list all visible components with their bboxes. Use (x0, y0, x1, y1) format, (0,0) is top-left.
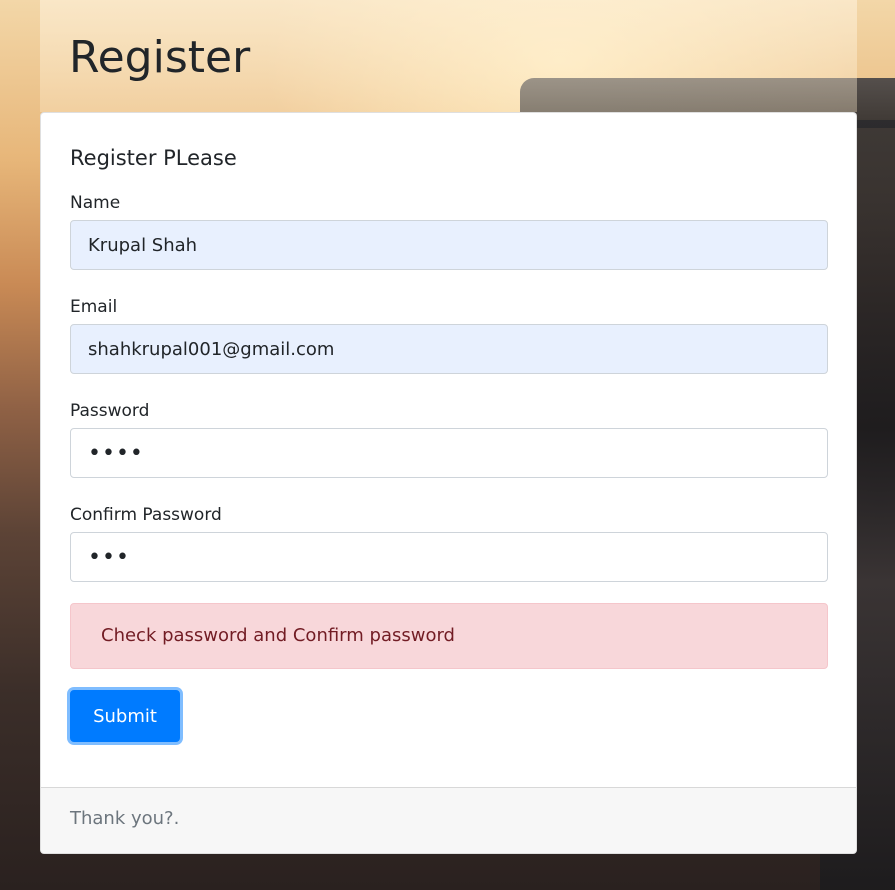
register-form: Register PLease Name Email Password Conf… (41, 113, 856, 789)
password-mismatch-alert: Check password and Confirm password (70, 603, 828, 669)
email-input[interactable] (70, 324, 828, 374)
page-title: Register (69, 32, 251, 83)
background-photo: Register Register PLease Name Email Pass… (0, 0, 895, 890)
card-title: Register PLease (70, 146, 237, 170)
name-label: Name (70, 193, 121, 213)
password-label: Password (70, 401, 150, 421)
password-input[interactable] (70, 428, 828, 478)
card-footer: Thank you?. (41, 787, 856, 853)
footer-text: Thank you?. (70, 808, 180, 829)
email-label: Email (70, 297, 118, 317)
confirm-password-input[interactable] (70, 532, 828, 582)
register-card: Register PLease Name Email Password Conf… (40, 112, 857, 854)
confirm-password-label: Confirm Password (70, 505, 222, 525)
name-input[interactable] (70, 220, 828, 270)
submit-button[interactable]: Submit (70, 690, 180, 742)
